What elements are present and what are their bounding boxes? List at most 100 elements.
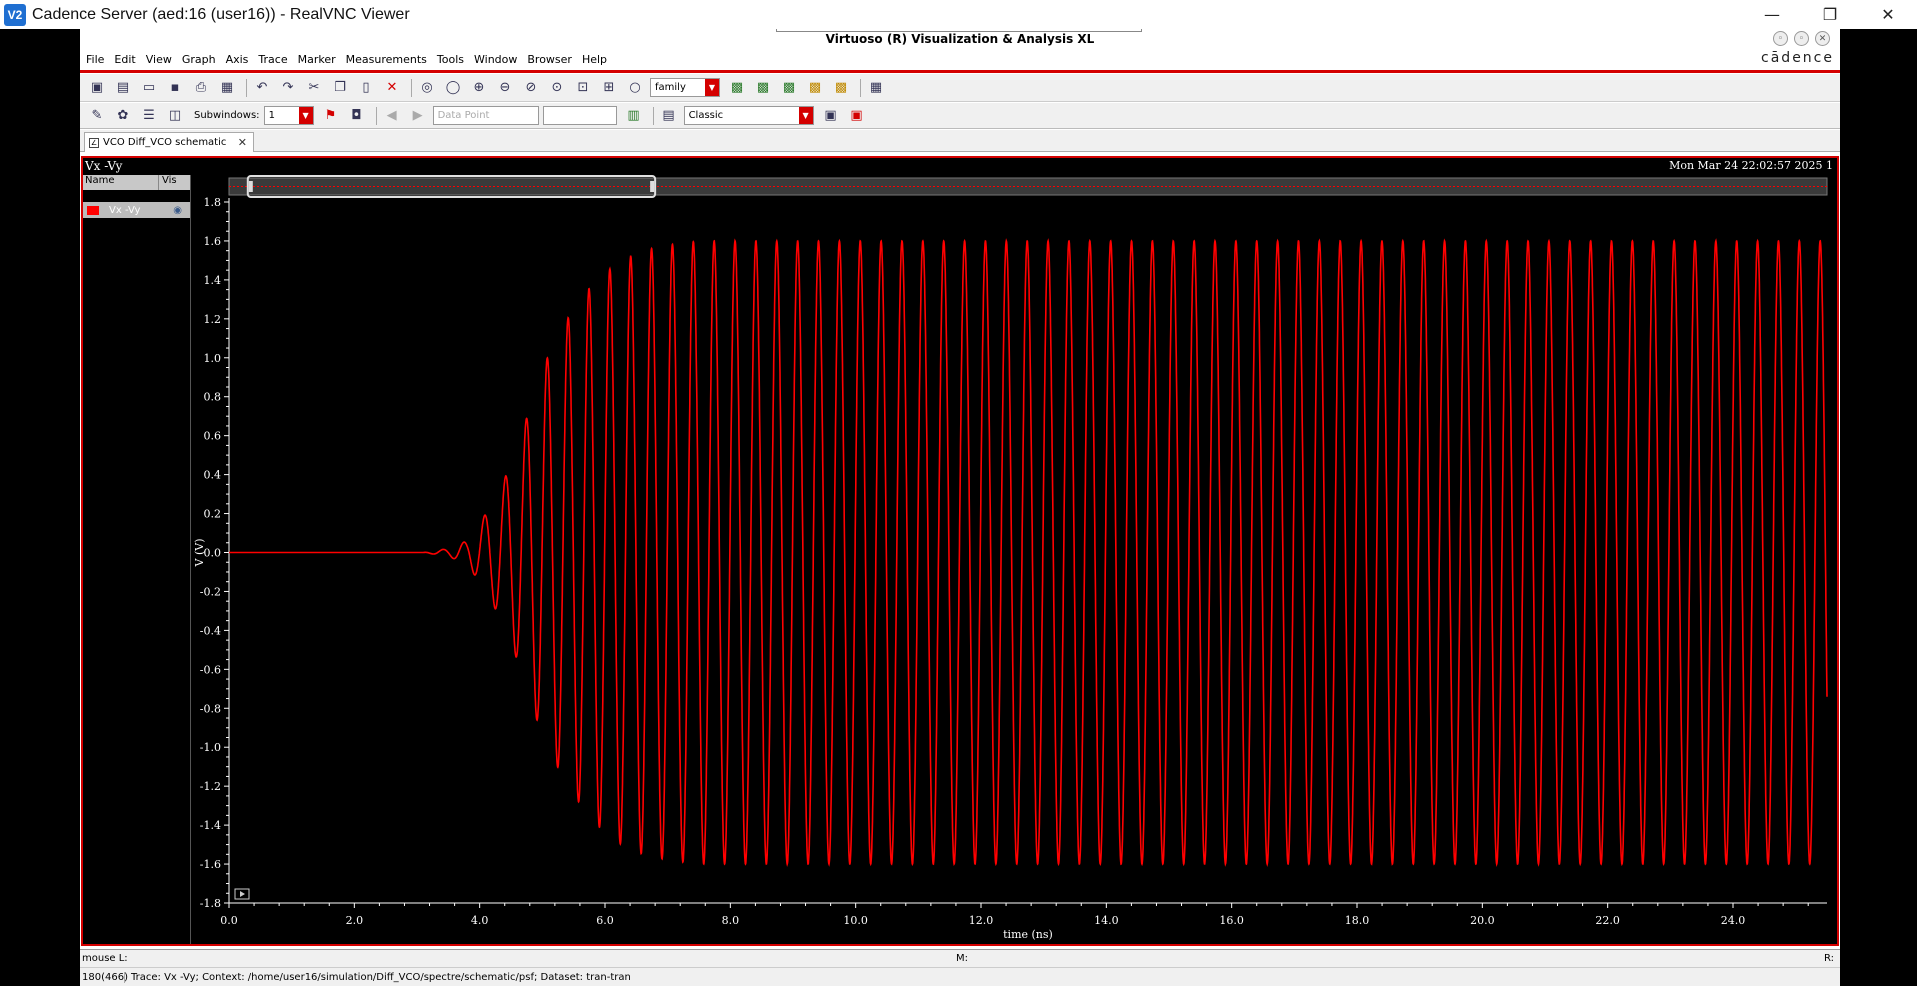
virtuoso-app: Virtuoso (R) Visualization & Analysis XL… [80, 29, 1840, 986]
save-icon[interactable]: ▪ [164, 78, 186, 98]
y-tick-label: -1.6 [200, 858, 221, 871]
app-title: Virtuoso (R) Visualization & Analysis XL [825, 32, 1095, 46]
minimize-button[interactable]: — [1743, 0, 1801, 29]
style-select[interactable]: Classic ▼ [683, 106, 814, 125]
zoom-handle-right[interactable] [650, 181, 655, 192]
y-tick-label: 1.4 [204, 274, 222, 287]
x-tick-label: 12.0 [969, 914, 994, 927]
waveform-chart[interactable]: 1.8 1.6 1.4 1.2 1.0 0.8 0.6 0.4 0.2 0.0 -0.2 -0.4 -0… [191, 175, 1837, 945]
table-icon[interactable]: ▤ [658, 106, 680, 126]
overlay-chart-icon[interactable]: ▩ [778, 78, 800, 98]
close-button[interactable]: ✕ [1859, 0, 1917, 29]
zoom-y-icon[interactable]: ⊙ [546, 78, 568, 98]
marker-tool-icon[interactable]: ✿ [112, 106, 134, 126]
annotation-icon[interactable]: ◘ [346, 106, 368, 126]
flag-icon[interactable]: ⚑ [320, 106, 342, 126]
y-tick-label: 0.0 [204, 547, 222, 560]
zoom-in-icon[interactable]: ⊕ [468, 78, 490, 98]
pan-icon[interactable]: ○ [624, 78, 646, 98]
y-tick-label: 1.0 [204, 352, 222, 365]
y-tick-label: 0.2 [204, 508, 222, 521]
close-icon[interactable]: ✕ [238, 136, 247, 149]
family-select[interactable]: family ▼ [650, 78, 720, 97]
zoom-out-icon[interactable]: ⊖ [494, 78, 516, 98]
x-tick-label: 6.0 [596, 914, 614, 927]
datapoint-select[interactable]: Data Point [432, 106, 539, 125]
screen: V2 Cadence Server (aed:16 (user16)) - Re… [0, 0, 1917, 986]
y-tick-label: -1.8 [200, 897, 221, 910]
split-icon[interactable]: ◫ [164, 106, 186, 126]
zoom-area-icon[interactable]: ⊞ [598, 78, 620, 98]
menu-trace[interactable]: Trace [258, 53, 287, 66]
chart-options-icon[interactable]: ▩ [830, 78, 852, 98]
paste-icon[interactable]: ▯ [355, 78, 377, 98]
y-tick-label: -1.2 [200, 780, 221, 793]
composite-chart-icon[interactable]: ▩ [804, 78, 826, 98]
zoom-x-icon[interactable]: ⊘ [520, 78, 542, 98]
trace-color-swatch [87, 205, 99, 215]
subwindows-select[interactable]: 1 ▼ [263, 106, 314, 125]
menu-browser[interactable]: Browser [527, 53, 572, 66]
y-tick-label: -0.8 [200, 702, 221, 715]
subwindows-label: Subwindows: [194, 110, 260, 121]
menu-window[interactable]: Window [474, 53, 517, 66]
menu-file[interactable]: File [86, 53, 104, 66]
menu-axis[interactable]: Axis [226, 53, 249, 66]
menu-help[interactable]: Help [582, 53, 607, 66]
menu-graph[interactable]: Graph [182, 53, 216, 66]
stack-icon[interactable]: ☰ [138, 106, 160, 126]
redo-icon[interactable]: ↷ [277, 78, 299, 98]
datapoint-value-input[interactable] [542, 106, 617, 125]
menu-marker[interactable]: Marker [298, 53, 336, 66]
tab-label: VCO Diff_VCO schematic [103, 137, 227, 148]
print-preview-icon[interactable]: ▦ [216, 78, 238, 98]
next-point-icon[interactable]: ▶ [407, 106, 429, 126]
app-maximize-icon[interactable]: ◦ [1794, 31, 1809, 46]
x-tick-label: 10.0 [843, 914, 868, 927]
x-tick-label: 8.0 [722, 914, 740, 927]
cut-icon[interactable]: ✂ [303, 78, 325, 98]
y-tick-label: 1.8 [204, 196, 222, 209]
menu-tools[interactable]: Tools [437, 53, 464, 66]
zoom-reset-icon[interactable]: ◯ [442, 78, 464, 98]
remove-style-icon[interactable]: ▣ [846, 106, 868, 126]
menu-view[interactable]: View [146, 53, 172, 66]
waveform-trace-0 [229, 238, 1828, 867]
trace-status-bar: 180(466) Trace: Vx -Vy; Context: /home/u… [80, 967, 1840, 986]
prev-point-icon[interactable]: ◀ [381, 106, 403, 126]
copy-icon[interactable]: ❐ [329, 78, 351, 98]
pointer-icon[interactable]: ✎ [86, 106, 108, 126]
restore-button[interactable]: ❐ [1801, 0, 1859, 29]
legend-header-vis: Vis [162, 175, 177, 186]
chevron-down-icon: ▼ [298, 107, 313, 124]
menu-edit[interactable]: Edit [114, 53, 135, 66]
plot-window: Vx -Vy Mon Mar 24 22:02:57 2025 1 Name V… [81, 156, 1839, 946]
x-tick-label: 2.0 [346, 914, 364, 927]
app-minimize-icon[interactable]: ◦ [1773, 31, 1788, 46]
delete-icon[interactable]: ✕ [381, 78, 403, 98]
app-close-icon[interactable]: ✕ [1815, 31, 1830, 46]
undo-icon[interactable]: ↶ [251, 78, 273, 98]
histogram-icon[interactable]: ▥ [623, 106, 645, 126]
tab-vco-schematic[interactable]: ∠ VCO Diff_VCO schematic ✕ [84, 132, 254, 152]
menu-measurements[interactable]: Measurements [346, 53, 427, 66]
apply-style-icon[interactable]: ▣ [820, 106, 842, 126]
zoom-box-icon[interactable]: ⊡ [572, 78, 594, 98]
grid-icon[interactable]: ▦ [865, 78, 887, 98]
new-subwindow-icon[interactable]: ▤ [112, 78, 134, 98]
mouse-left-status: mouse L: [82, 953, 128, 964]
print-icon[interactable]: ⎙ [190, 78, 212, 98]
zoom-fit-icon[interactable]: ◎ [416, 78, 438, 98]
new-window-icon[interactable]: ▣ [86, 78, 108, 98]
legend-trace-row[interactable]: Vx -Vy ◉ [83, 202, 190, 218]
x-tick-label: 24.0 [1721, 914, 1746, 927]
stack-chart-icon[interactable]: ▩ [752, 78, 774, 98]
strip-chart-icon[interactable]: ▩ [726, 78, 748, 98]
y-tick-label: 0.8 [204, 391, 222, 404]
play-triangle-icon [240, 891, 245, 897]
visibility-eye-icon[interactable]: ◉ [173, 205, 182, 216]
plot-date: Mon Mar 24 22:02:57 2025 1 [1669, 159, 1833, 172]
open-folder-icon[interactable]: ▭ [138, 78, 160, 98]
zoom-handle-left[interactable] [248, 181, 253, 192]
legend-header: Name Vis [83, 175, 190, 190]
